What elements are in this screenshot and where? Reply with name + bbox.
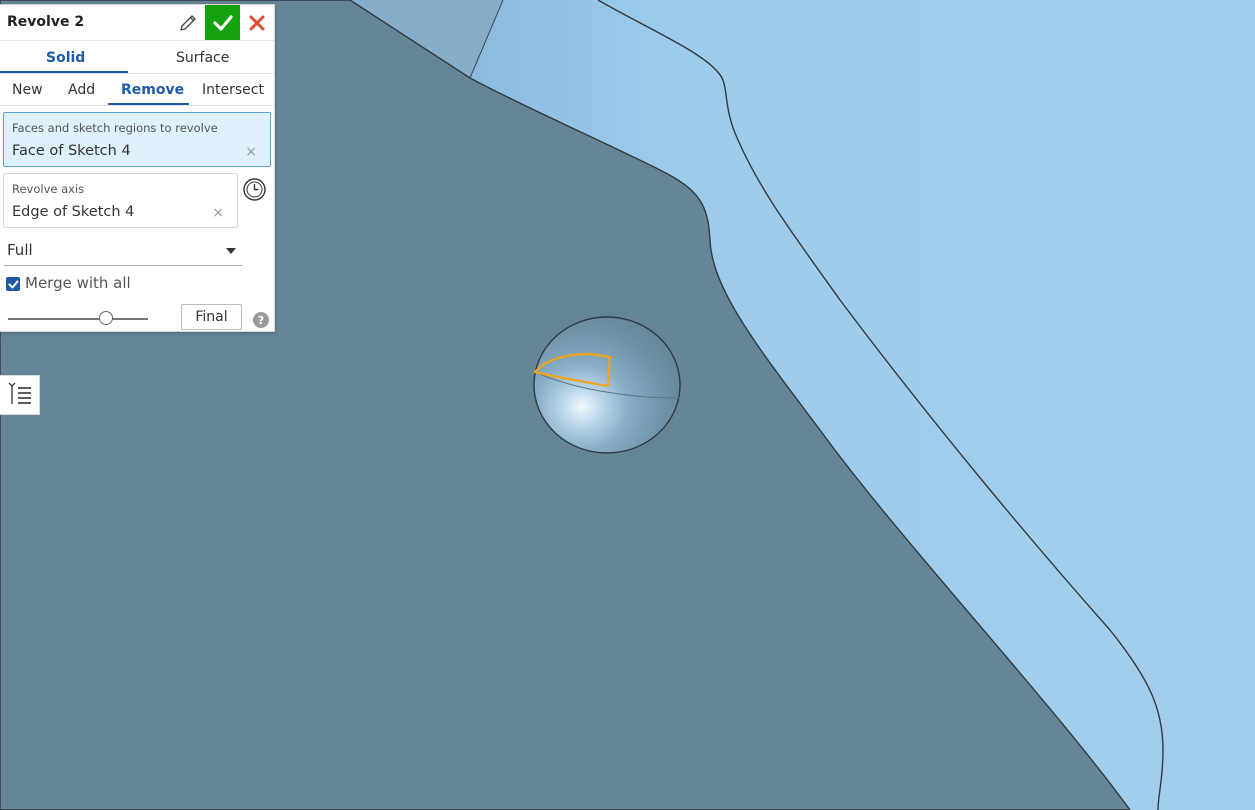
tab-solid[interactable]: Solid: [46, 50, 85, 66]
checkmark-icon[interactable]: [205, 5, 240, 40]
divider: [0, 40, 274, 41]
close-icon[interactable]: [243, 9, 271, 37]
dropdown-value: Full: [7, 241, 33, 259]
clear-selection-icon[interactable]: ×: [245, 144, 257, 160]
dialog-header: Revolve 2: [0, 5, 274, 41]
rollback-slider-handle[interactable]: [99, 311, 113, 325]
axis-selection-field[interactable]: Revolve axis Edge of Sketch 4 ×: [3, 173, 238, 228]
tab-intersect[interactable]: Intersect: [202, 82, 264, 98]
divider: [0, 105, 274, 106]
clear-selection-icon[interactable]: ×: [212, 205, 224, 221]
tab-new[interactable]: New: [12, 82, 43, 98]
field-label: Faces and sketch regions to revolve: [12, 121, 218, 135]
field-value: Face of Sketch 4: [12, 143, 131, 159]
clock-icon[interactable]: [242, 177, 267, 202]
pencil-icon[interactable]: [174, 9, 202, 37]
revolve-dialog: Revolve 2 Solid Surface New Add Remove I…: [0, 4, 275, 332]
field-value: Edge of Sketch 4: [12, 204, 135, 220]
tab-add[interactable]: Add: [68, 82, 95, 98]
final-button[interactable]: Final: [181, 304, 242, 330]
field-label: Revolve axis: [12, 182, 85, 196]
feature-list-button[interactable]: [0, 375, 40, 415]
help-icon[interactable]: ?: [253, 312, 269, 328]
dialog-title: Revolve 2: [7, 14, 85, 30]
revolve-type-dropdown[interactable]: Full: [4, 236, 242, 266]
tab-surface[interactable]: Surface: [176, 50, 229, 66]
tab-remove[interactable]: Remove: [121, 82, 184, 98]
rollback-slider-track[interactable]: [8, 318, 148, 320]
faces-selection-field[interactable]: Faces and sketch regions to revolve Face…: [3, 112, 271, 167]
merge-checkbox[interactable]: [6, 277, 20, 291]
divider: [0, 73, 274, 74]
merge-label: Merge with all: [25, 274, 131, 292]
chevron-down-icon: [226, 248, 236, 254]
list-icon: [7, 380, 33, 410]
